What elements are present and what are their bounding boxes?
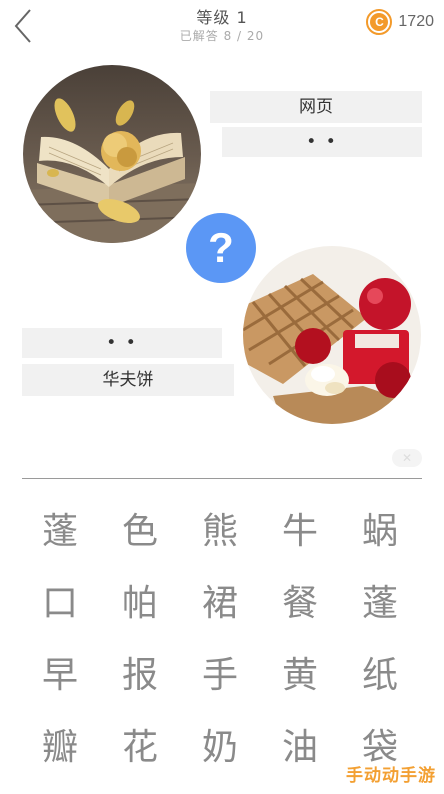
- hint-badge[interactable]: ?: [180, 207, 262, 289]
- word-clue-top: 网页: [210, 91, 422, 123]
- char-key[interactable]: 纸: [340, 636, 420, 708]
- waffle-image: [243, 246, 421, 424]
- coin-icon: C: [366, 9, 393, 35]
- book-flower-image: [23, 65, 201, 243]
- char-key[interactable]: 报: [100, 636, 180, 708]
- char-key[interactable]: 色: [100, 492, 180, 564]
- char-key[interactable]: 油: [260, 708, 340, 780]
- char-key[interactable]: 瓣: [20, 708, 100, 780]
- char-key[interactable]: 牛: [260, 492, 340, 564]
- coin-balance[interactable]: C 1720: [366, 8, 434, 36]
- char-key[interactable]: 口: [20, 564, 100, 636]
- question-mark-icon: ?: [186, 213, 256, 283]
- character-keyboard: 蓬 色 熊 牛 蜗 口 帕 裙 餐 蓬 早 报 手 黄 纸 瓣 花 奶 油 袋: [20, 492, 424, 780]
- word-clue-bottom: 华夫饼: [22, 364, 234, 396]
- char-key[interactable]: 熊: [180, 492, 260, 564]
- char-key[interactable]: 手: [180, 636, 260, 708]
- char-key[interactable]: 早: [20, 636, 100, 708]
- coin-count: 1720: [398, 13, 434, 30]
- char-key[interactable]: 蓬: [340, 564, 420, 636]
- char-key[interactable]: 餐: [260, 564, 340, 636]
- char-key[interactable]: 黄: [260, 636, 340, 708]
- divider: [22, 478, 422, 479]
- char-key[interactable]: 裙: [180, 564, 260, 636]
- char-key[interactable]: 奶: [180, 708, 260, 780]
- char-key[interactable]: 帕: [100, 564, 180, 636]
- clear-button[interactable]: ✕: [392, 449, 422, 467]
- watermark-logo: 手动动手游: [346, 766, 436, 786]
- char-key[interactable]: 蓬: [20, 492, 100, 564]
- char-key[interactable]: 蜗: [340, 492, 420, 564]
- char-key[interactable]: 花: [100, 708, 180, 780]
- answer-slots-bottom[interactable]: • •: [22, 328, 222, 358]
- answer-slots-top[interactable]: • •: [222, 127, 422, 157]
